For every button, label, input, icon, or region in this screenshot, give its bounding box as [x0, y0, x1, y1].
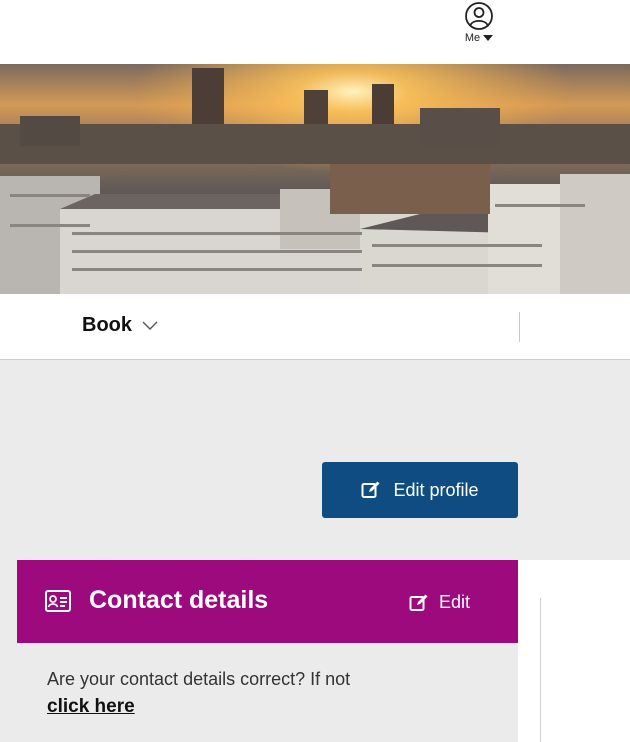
click-here-link[interactable]: click here — [47, 693, 135, 721]
contact-details-edit-label: Edit — [439, 592, 471, 612]
contact-details-header: Contact details Edit — [17, 560, 518, 643]
contact-details-card: Contact details Edit Are your contact de… — [17, 560, 518, 742]
edit-icon — [361, 481, 380, 498]
edit-profile-button[interactable]: Edit profile — [322, 462, 518, 518]
me-label: Me — [464, 32, 481, 44]
contact-details-prompt: Are your contact details correct? If not — [47, 669, 351, 689]
panel-divider — [540, 598, 541, 742]
nav-book-label: Book — [82, 314, 132, 336]
hero-image — [0, 64, 630, 294]
edit-icon — [409, 594, 428, 611]
nav-divider — [519, 312, 520, 342]
contact-card-icon — [45, 590, 71, 612]
nav-book-menu[interactable]: Book — [82, 314, 158, 337]
contact-details-body: Are your contact details correct? If not… — [17, 643, 518, 742]
me-menu[interactable]: Me — [454, 0, 504, 56]
chevron-down-icon — [142, 321, 158, 330]
top-bar: Me — [0, 0, 630, 64]
nav-bar: Book — [0, 294, 630, 360]
profile-content: Edit profile Contact details Edit Are yo… — [0, 360, 630, 742]
edit-profile-label: Edit profile — [393, 479, 479, 500]
contact-details-edit-button[interactable]: Edit — [409, 592, 470, 613]
contact-details-title: Contact details — [89, 586, 269, 614]
caret-down-icon — [483, 35, 494, 41]
right-panel — [518, 560, 630, 742]
user-circle-icon — [465, 2, 493, 30]
